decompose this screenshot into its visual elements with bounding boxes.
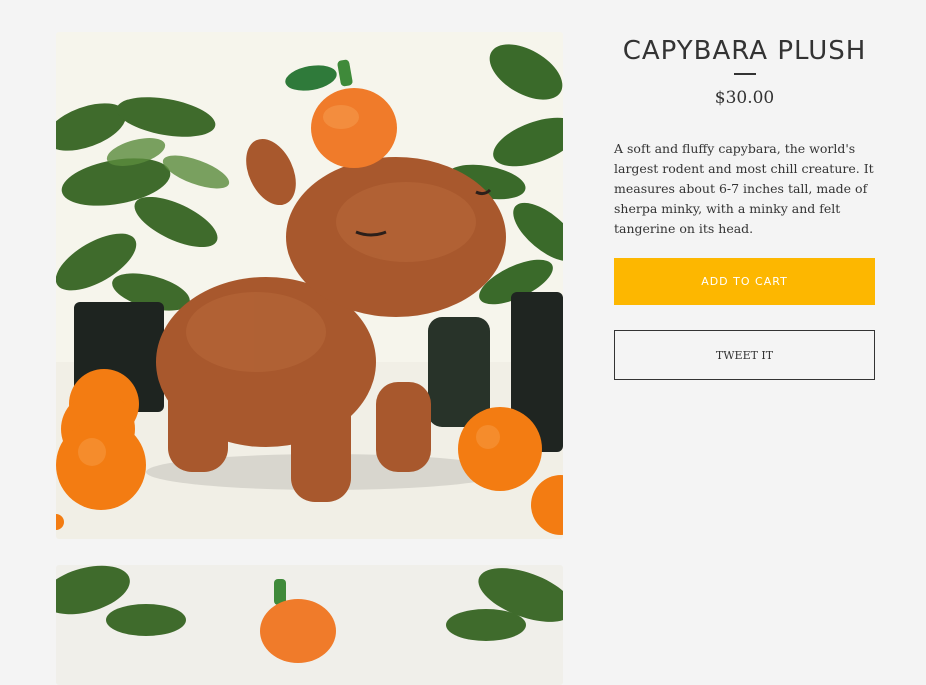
title-divider bbox=[733, 73, 756, 75]
add-to-cart-button[interactable]: ADD TO CART bbox=[614, 258, 875, 305]
product-description: A soft and fluffy capybara, the world's … bbox=[614, 141, 874, 236]
tweet-button[interactable]: TWEET IT bbox=[614, 330, 875, 380]
capybara-plush-photo bbox=[56, 32, 563, 539]
product-image-main[interactable] bbox=[56, 32, 563, 539]
product-image-secondary[interactable] bbox=[56, 565, 563, 685]
product-price: $30.00 bbox=[714, 88, 775, 108]
product-title: CAPYBARA PLUSH bbox=[622, 36, 867, 66]
product-info: CAPYBARA PLUSH $30.00 A soft and fluffy … bbox=[614, 32, 875, 380]
capybara-plush-photo-2 bbox=[56, 565, 563, 685]
